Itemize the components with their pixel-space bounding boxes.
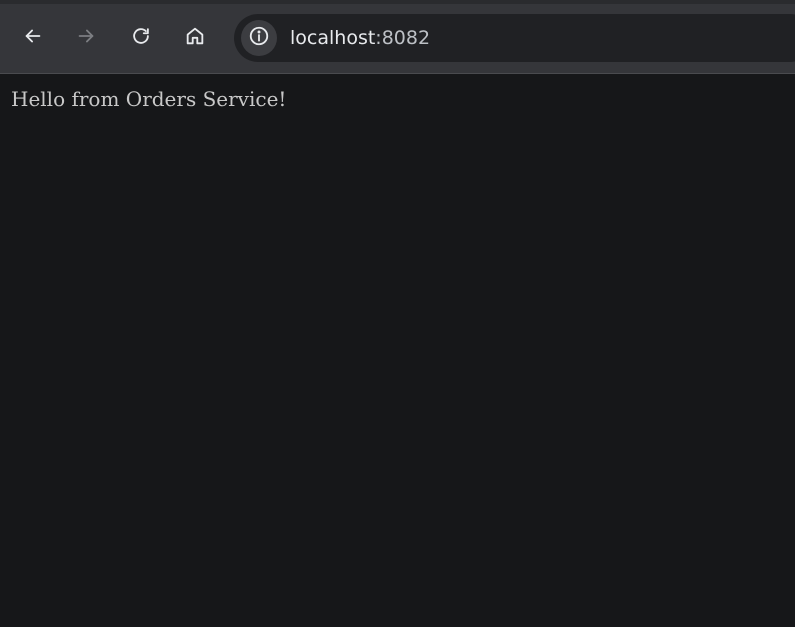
- arrow-left-icon: [22, 25, 44, 52]
- home-icon: [184, 25, 206, 52]
- address-bar[interactable]: localhost:8082: [234, 14, 795, 62]
- site-info-button[interactable]: [241, 20, 277, 56]
- info-icon: [248, 25, 270, 52]
- reload-button[interactable]: [124, 21, 158, 55]
- url-host: localhost: [290, 27, 376, 49]
- browser-toolbar: localhost:8082: [0, 0, 795, 74]
- home-button[interactable]: [178, 21, 212, 55]
- reload-icon: [130, 25, 152, 52]
- forward-button[interactable]: [69, 21, 103, 55]
- page-content: Hello from Orders Service!: [0, 74, 795, 627]
- arrow-right-icon: [75, 25, 97, 52]
- url-port: :8082: [375, 27, 431, 49]
- page-body-text: Hello from Orders Service!: [11, 87, 287, 111]
- back-button[interactable]: [16, 21, 50, 55]
- url-text[interactable]: localhost:8082: [290, 14, 430, 62]
